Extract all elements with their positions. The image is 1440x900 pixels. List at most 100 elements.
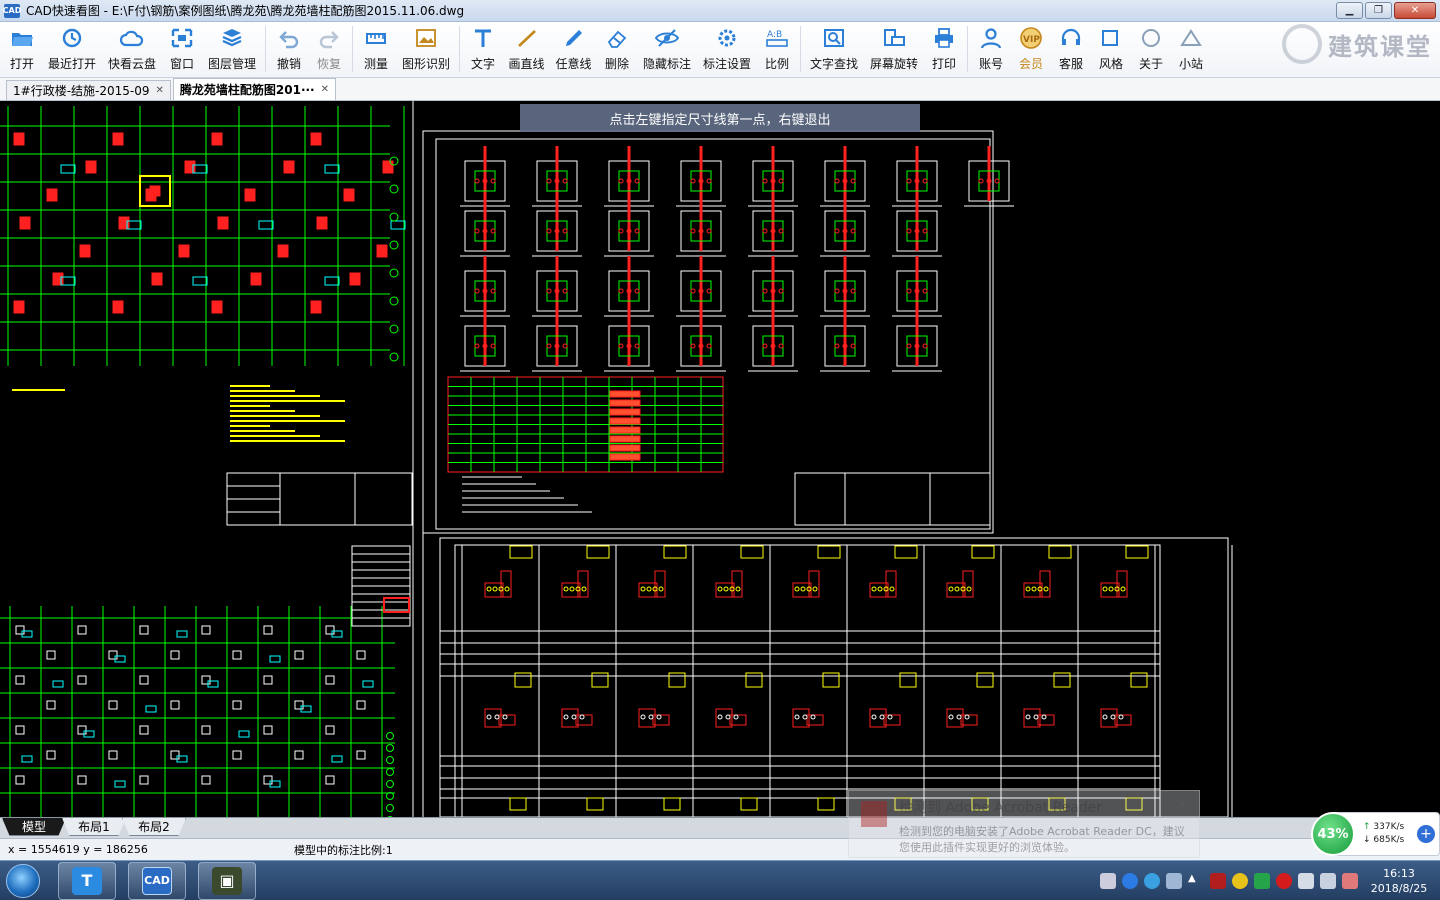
toolbar-button-15[interactable]: 标注设置 (697, 22, 757, 76)
camera-recorder-icon: ▣ (212, 866, 242, 895)
toolbar-button-21[interactable]: VIP 会员 (1011, 22, 1051, 76)
cad-entity (1102, 714, 1108, 720)
app-window: CAD CAD快速看图 - E:\F付\钢筋\案例图纸\腾龙苑\腾龙苑墙柱配筋图… (0, 0, 1440, 900)
taskbar-app-text[interactable]: T (58, 861, 116, 900)
taskbar-app-cad[interactable]: CAD (128, 861, 186, 900)
toolbar-button-12[interactable]: 任意线 (550, 22, 597, 76)
cad-entity (112, 132, 124, 146)
record-tray-icon[interactable] (1276, 873, 1292, 889)
clock-time: 16:13 (1383, 867, 1415, 880)
cad-entity (386, 792, 394, 800)
toolbar-label: 小站 (1178, 57, 1203, 71)
toolbar-button-1[interactable]: 打开 (2, 22, 42, 76)
cad-entity (244, 188, 256, 202)
acrobat-tray-icon[interactable] (1210, 873, 1226, 889)
toolbar-button-8[interactable]: 测量 (356, 22, 396, 76)
cad-entity (474, 288, 480, 294)
cad-drawing[interactable] (0, 101, 1440, 817)
speedup-plus-icon[interactable]: + (1417, 825, 1435, 843)
cad-entity (389, 324, 399, 334)
cad-entity (569, 586, 575, 592)
toolbar-button-22[interactable]: 客服 (1051, 22, 1091, 76)
toolbar-button-24[interactable]: 关于 (1131, 22, 1171, 76)
cad-entity (263, 625, 273, 635)
shield-tray-icon[interactable] (1254, 873, 1270, 889)
notification-flag-icon[interactable] (1342, 873, 1358, 889)
cad-entity (46, 188, 58, 202)
taskbar-app-recorder[interactable]: ▣ (198, 861, 256, 900)
cad-entity (609, 435, 641, 443)
cad-entity (77, 775, 87, 785)
minimize-button[interactable]: ▁ (1336, 2, 1363, 19)
toolbar-button-17[interactable]: 文字查找 (804, 22, 864, 76)
toolbar-button-14[interactable]: 隐藏标注 (637, 22, 697, 76)
cad-entity (238, 730, 250, 738)
tab-document-1[interactable]: 1#行政楼-结施-2015-09 ✕ (6, 80, 171, 100)
cad-entity (906, 178, 912, 184)
cad-entity (13, 300, 25, 314)
acrobat-icon (861, 801, 887, 827)
input-method-icon[interactable] (1166, 873, 1182, 889)
close-tab-icon[interactable]: ✕ (321, 84, 329, 95)
toolbar-button-13[interactable]: 删除 (597, 22, 637, 76)
toolbar-button-18[interactable]: 屏幕旋转 (864, 22, 924, 76)
toolbar-button-11[interactable]: 画直线 (503, 22, 550, 76)
cad-entity (201, 725, 211, 735)
layout-tab-model[interactable]: 模型 (2, 818, 66, 836)
cad-entity (640, 586, 646, 592)
restore-button[interactable]: ❐ (1365, 2, 1392, 19)
toolbar-button-25[interactable]: 小站 (1171, 22, 1211, 76)
cad-entity (13, 132, 25, 146)
toolbar-button-9[interactable]: 图形识别 (396, 22, 456, 76)
speed-values: ↑ 337K/s ↓ 685K/s (1363, 821, 1404, 847)
antivirus-tray-icon[interactable] (1232, 873, 1248, 889)
toolbar-button-4[interactable]: 窗口 (162, 22, 202, 76)
toolbar-button-5[interactable]: 图层管理 (202, 22, 262, 76)
open-folder-icon (9, 26, 35, 50)
cad-entity (232, 700, 242, 710)
cad-entity (810, 714, 816, 720)
volume-icon[interactable] (1298, 873, 1314, 889)
cad-entity (668, 672, 686, 688)
network-speed-widget[interactable]: 43% ↑ 337K/s ↓ 685K/s + (1311, 812, 1440, 856)
toolbar-button-2[interactable]: 最近打开 (42, 22, 102, 76)
toolbar-button-23[interactable]: 风格 (1091, 22, 1131, 76)
cad-entity (324, 276, 340, 286)
start-button[interactable] (0, 861, 46, 900)
adobe-notification[interactable]: 检测到 Adobe Acrobat Reader 检测到您的电脑安装了Adobe… (848, 790, 1200, 858)
close-notification-icon[interactable]: ✕ (1177, 797, 1187, 811)
keyboard-icon[interactable] (1100, 873, 1116, 889)
measure-icon (363, 26, 389, 50)
close-button[interactable]: ✕ (1394, 2, 1436, 19)
taskbar-clock[interactable]: 16:13 2018/8/25 (1364, 866, 1434, 896)
settings-tray-icon[interactable] (1144, 873, 1160, 889)
cad-entity (1025, 714, 1031, 720)
drawing-canvas[interactable]: 点击左键指定尺寸线第一点，右键退出 (0, 101, 1440, 817)
toolbar-button-6[interactable]: 撤销 (269, 22, 309, 76)
cad-entity (19, 216, 31, 230)
cad-entity (922, 228, 928, 234)
toolbar-button-7[interactable]: 恢复 (309, 22, 349, 76)
toolbar-label: 最近打开 (47, 57, 96, 71)
help-icon[interactable] (1122, 873, 1138, 889)
document-tab-bar: 1#行政楼-结施-2015-09 ✕ 腾龙苑墙柱配筋图201··· ✕ (0, 78, 1440, 101)
tab-document-2[interactable]: 腾龙苑墙柱配筋图201··· ✕ (172, 78, 337, 100)
toolbar-button-19[interactable]: 打印 (924, 22, 964, 76)
cad-entity (325, 775, 335, 785)
toolbar-button-10[interactable]: 文字 (463, 22, 503, 76)
customer-service-icon (1058, 26, 1084, 50)
toolbar-button-20[interactable]: 账号 (971, 22, 1011, 76)
cad-entity (263, 775, 273, 785)
toolbar-button-16[interactable]: A:B 比例 (757, 22, 797, 76)
cad-entity (108, 700, 118, 710)
toolbar-button-3[interactable]: 快看云盘 (102, 22, 162, 76)
network-tray-icon[interactable] (1320, 873, 1336, 889)
cad-entity (834, 343, 840, 349)
cad-entity (362, 680, 374, 688)
layout-tab-layout2[interactable]: 布局2 (122, 818, 186, 836)
layout-tab-layout1[interactable]: 布局1 (62, 818, 126, 836)
style-icon (1098, 26, 1124, 50)
show-hidden-icons-icon[interactable]: ▲ (1188, 873, 1204, 889)
cad-entity (609, 399, 641, 407)
close-tab-icon[interactable]: ✕ (156, 85, 164, 96)
